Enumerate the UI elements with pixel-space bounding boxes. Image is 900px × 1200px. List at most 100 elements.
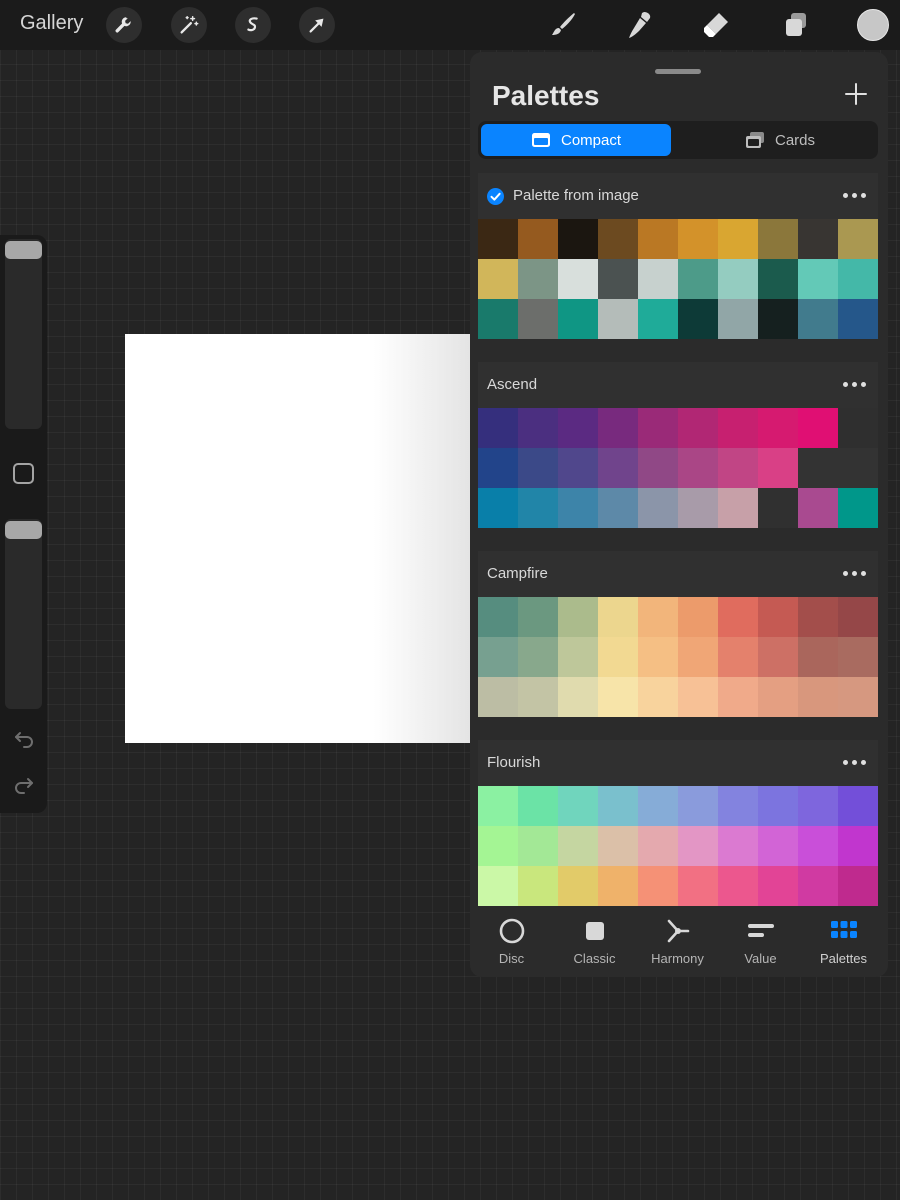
color-swatch[interactable] (638, 448, 678, 488)
color-swatch[interactable] (758, 677, 798, 717)
color-swatch[interactable] (518, 408, 558, 448)
brush-icon[interactable] (543, 6, 583, 44)
color-swatch[interactable] (558, 488, 598, 528)
color-swatch[interactable] (558, 408, 598, 448)
color-swatch[interactable] (798, 259, 838, 299)
color-swatch[interactable] (678, 866, 718, 906)
color-swatch[interactable] (678, 826, 718, 866)
palette-header[interactable]: Campfire (478, 551, 878, 597)
tab-disc[interactable]: Disc (470, 907, 553, 977)
color-swatch[interactable] (478, 826, 518, 866)
tab-classic[interactable]: Classic (553, 907, 636, 977)
color-swatch[interactable] (758, 637, 798, 677)
color-swatch[interactable] (758, 259, 798, 299)
selection-icon[interactable] (235, 7, 271, 43)
color-swatch[interactable] (718, 219, 758, 259)
color-swatch[interactable] (718, 299, 758, 339)
color-swatch[interactable] (518, 597, 558, 637)
color-swatch[interactable] (638, 677, 678, 717)
color-swatch[interactable] (518, 786, 558, 826)
color-swatch[interactable] (718, 826, 758, 866)
color-swatch[interactable] (598, 826, 638, 866)
color-swatch[interactable] (838, 259, 878, 299)
gallery-button[interactable]: Gallery (20, 12, 83, 35)
current-color-swatch[interactable] (857, 9, 889, 41)
color-swatch[interactable] (838, 448, 878, 488)
color-swatch[interactable] (678, 448, 718, 488)
color-swatch[interactable] (558, 299, 598, 339)
color-swatch[interactable] (718, 597, 758, 637)
color-swatch[interactable] (518, 219, 558, 259)
color-swatch[interactable] (478, 408, 518, 448)
color-swatch[interactable] (598, 786, 638, 826)
opacity-thumb[interactable] (5, 521, 42, 539)
color-swatch[interactable] (638, 597, 678, 637)
color-swatch[interactable] (838, 488, 878, 528)
color-swatch[interactable] (598, 219, 638, 259)
color-swatch[interactable] (478, 219, 518, 259)
color-swatch[interactable] (518, 677, 558, 717)
color-swatch[interactable] (678, 677, 718, 717)
color-swatch[interactable] (638, 408, 678, 448)
color-swatch[interactable] (798, 219, 838, 259)
color-swatch[interactable] (638, 866, 678, 906)
color-swatch[interactable] (638, 219, 678, 259)
color-swatch[interactable] (798, 677, 838, 717)
palette-header[interactable]: Flourish (478, 740, 878, 786)
color-swatch[interactable] (798, 786, 838, 826)
color-swatch[interactable] (478, 637, 518, 677)
color-swatch[interactable] (678, 259, 718, 299)
color-swatch[interactable] (798, 597, 838, 637)
color-swatch[interactable] (558, 597, 598, 637)
cards-view-button[interactable]: Cards (685, 124, 875, 156)
color-swatch[interactable] (558, 219, 598, 259)
color-swatch[interactable] (758, 786, 798, 826)
color-swatch[interactable] (558, 786, 598, 826)
color-swatch[interactable] (558, 677, 598, 717)
palette-header[interactable]: Ascend (478, 362, 878, 408)
color-swatch[interactable] (718, 866, 758, 906)
color-swatch[interactable] (598, 299, 638, 339)
color-swatch[interactable] (678, 488, 718, 528)
more-options-icon[interactable] (843, 382, 867, 388)
color-swatch[interactable] (558, 637, 598, 677)
color-swatch[interactable] (758, 299, 798, 339)
color-swatch[interactable] (478, 488, 518, 528)
color-swatch[interactable] (558, 259, 598, 299)
color-swatch[interactable] (558, 448, 598, 488)
color-swatch[interactable] (838, 597, 878, 637)
color-swatch[interactable] (638, 488, 678, 528)
color-swatch[interactable] (718, 488, 758, 528)
color-swatch[interactable] (638, 826, 678, 866)
color-swatch[interactable] (798, 408, 838, 448)
color-swatch[interactable] (518, 299, 558, 339)
more-options-icon[interactable] (843, 193, 867, 199)
color-swatch[interactable] (798, 299, 838, 339)
color-swatch[interactable] (518, 826, 558, 866)
color-swatch[interactable] (598, 597, 638, 637)
color-swatch[interactable] (478, 299, 518, 339)
brush-size-slider[interactable] (5, 239, 42, 429)
color-swatch[interactable] (838, 408, 878, 448)
color-swatch[interactable] (838, 786, 878, 826)
color-swatch[interactable] (518, 637, 558, 677)
color-swatch[interactable] (518, 866, 558, 906)
modify-button[interactable] (13, 463, 34, 484)
color-swatch[interactable] (598, 866, 638, 906)
tab-value[interactable]: Value (719, 907, 802, 977)
color-swatch[interactable] (598, 408, 638, 448)
color-swatch[interactable] (758, 866, 798, 906)
color-swatch[interactable] (798, 866, 838, 906)
color-swatch[interactable] (638, 786, 678, 826)
redo-icon[interactable] (12, 772, 36, 796)
color-swatch[interactable] (758, 488, 798, 528)
color-swatch[interactable] (518, 448, 558, 488)
color-swatch[interactable] (838, 637, 878, 677)
color-swatch[interactable] (798, 488, 838, 528)
color-swatch[interactable] (678, 597, 718, 637)
magic-wand-icon[interactable] (171, 7, 207, 43)
color-swatch[interactable] (678, 637, 718, 677)
wrench-icon[interactable] (106, 7, 142, 43)
color-swatch[interactable] (478, 677, 518, 717)
color-swatch[interactable] (678, 299, 718, 339)
